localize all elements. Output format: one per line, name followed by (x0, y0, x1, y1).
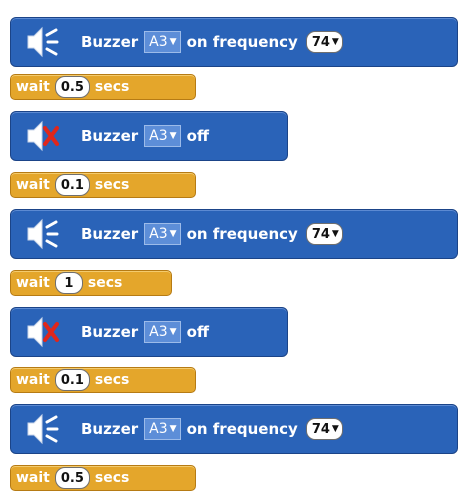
wait-block[interactable]: wait 0.5 secs (10, 465, 196, 491)
buzzer-label: Buzzer (81, 127, 139, 145)
dropdown-arrow-icon: ▼ (331, 229, 339, 239)
buzzer-on-block[interactable]: Buzzer A3 ▼ on frequency 74 ▼ (10, 404, 458, 454)
wait-label: wait (16, 275, 50, 291)
script-stack: Buzzer A3 ▼ on frequency 74 ▼ wait 0.5 sec… (0, 0, 465, 504)
dropdown-arrow-icon: ▼ (169, 37, 177, 47)
buzzer-label: Buzzer (81, 225, 139, 243)
dropdown-arrow-icon: ▼ (169, 424, 177, 434)
wait-label: wait (16, 372, 50, 388)
wait-unit-label: secs (94, 470, 130, 486)
buzzer-on-block[interactable]: Buzzer A3 ▼ on frequency 74 ▼ (10, 17, 458, 67)
action-label: off (186, 127, 210, 145)
wait-unit-label: secs (94, 177, 130, 193)
port-dropdown[interactable]: A3 ▼ (144, 418, 181, 440)
dropdown-arrow-icon: ▼ (169, 229, 177, 239)
action-label: on frequency (186, 420, 298, 438)
speaker-sound-icon (23, 216, 59, 252)
wait-value-input[interactable]: 0.5 (54, 76, 90, 98)
wait-block[interactable]: wait 0.1 secs (10, 367, 196, 393)
wait-value-input[interactable]: 0.1 (54, 369, 90, 391)
dropdown-arrow-icon: ▼ (331, 37, 339, 47)
buzzer-label: Buzzer (81, 323, 139, 341)
port-dropdown[interactable]: A3 ▼ (144, 223, 181, 245)
wait-label: wait (16, 79, 50, 95)
dropdown-arrow-icon: ▼ (331, 424, 339, 434)
speaker-sound-icon (23, 411, 59, 447)
wait-block[interactable]: wait 1 secs (10, 270, 172, 296)
dropdown-arrow-icon: ▼ (169, 131, 177, 141)
wait-label: wait (16, 470, 50, 486)
wait-value-input[interactable]: 1 (54, 272, 83, 294)
buzzer-label: Buzzer (81, 33, 139, 51)
buzzer-on-block[interactable]: Buzzer A3 ▼ on frequency 74 ▼ (10, 209, 458, 259)
wait-block[interactable]: wait 0.1 secs (10, 172, 196, 198)
port-dropdown[interactable]: A3 ▼ (144, 125, 181, 147)
dropdown-arrow-icon: ▼ (169, 327, 177, 337)
buzzer-off-block[interactable]: Buzzer A3 ▼ off (10, 307, 288, 357)
frequency-dropdown[interactable]: 74 ▼ (305, 418, 343, 440)
buzzer-off-block[interactable]: Buzzer A3 ▼ off (10, 111, 288, 161)
buzzer-label: Buzzer (81, 420, 139, 438)
wait-unit-label: secs (87, 275, 123, 291)
speaker-mute-icon (23, 118, 59, 154)
action-label: on frequency (186, 33, 298, 51)
port-dropdown[interactable]: A3 ▼ (144, 31, 181, 53)
frequency-dropdown[interactable]: 74 ▼ (305, 223, 343, 245)
wait-unit-label: secs (94, 372, 130, 388)
action-label: off (186, 323, 210, 341)
speaker-mute-icon (23, 314, 59, 350)
speaker-sound-icon (23, 24, 59, 60)
wait-value-input[interactable]: 0.5 (54, 467, 90, 489)
action-label: on frequency (186, 225, 298, 243)
frequency-dropdown[interactable]: 74 ▼ (305, 31, 343, 53)
wait-label: wait (16, 177, 50, 193)
port-dropdown[interactable]: A3 ▼ (144, 321, 181, 343)
wait-unit-label: secs (94, 79, 130, 95)
wait-value-input[interactable]: 0.1 (54, 174, 90, 196)
wait-block[interactable]: wait 0.5 secs (10, 74, 196, 100)
